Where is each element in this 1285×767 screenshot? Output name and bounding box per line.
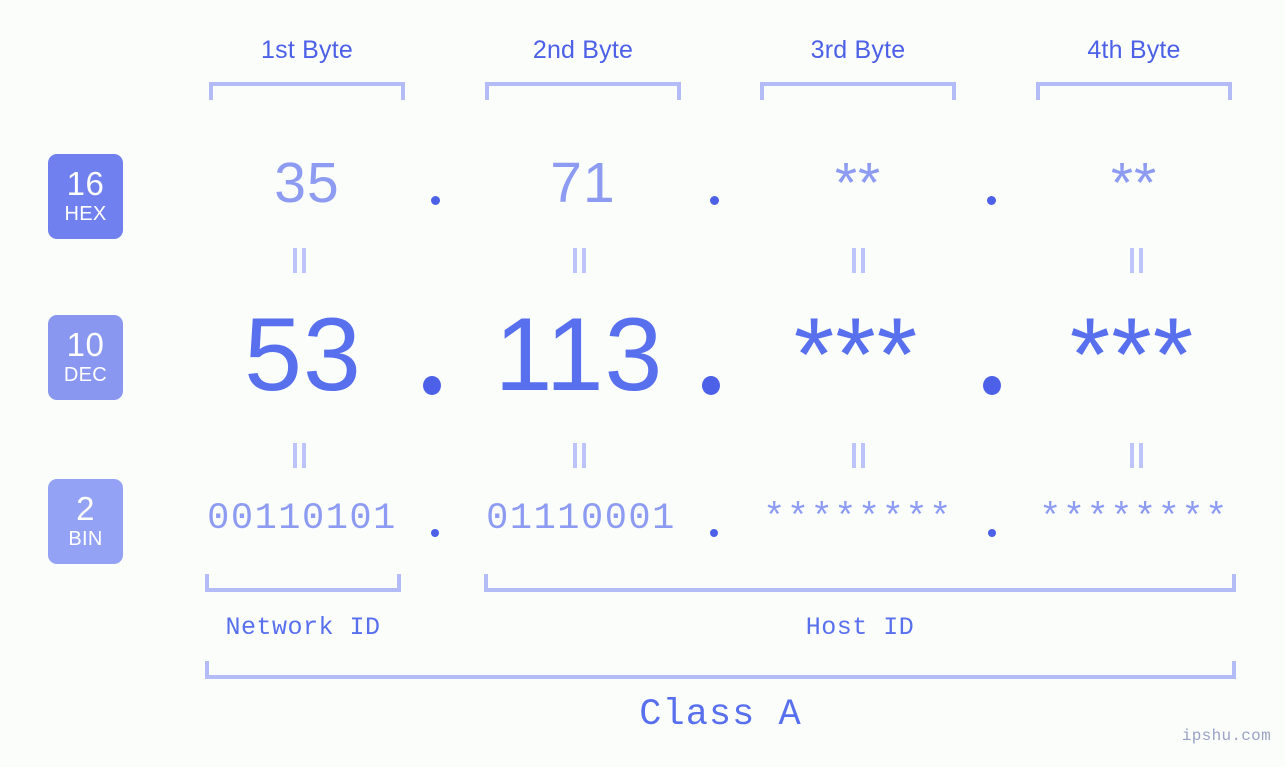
bin-byte-value-3: ******** [763, 498, 953, 540]
hex-byte-value-1: 35 [274, 151, 340, 215]
dec-byte-value-4: *** [1069, 297, 1195, 413]
base-badge-hex[interactable]: 16 HEX [48, 154, 123, 239]
equals-mark-dec-bin-4 [1129, 443, 1145, 468]
hex-separator-dot-3 [987, 196, 996, 205]
base-badge-dec-number: 10 [66, 326, 105, 364]
bin-byte-value-2: 01110001 [486, 498, 676, 540]
byte-bracket-2 [485, 82, 681, 100]
site-watermark: ipshu.com [1181, 727, 1271, 745]
byte-bracket-3 [760, 82, 956, 100]
byte-bracket-4 [1036, 82, 1232, 100]
equals-mark-dec-bin-2 [572, 443, 588, 468]
equals-mark-dec-bin-1 [292, 443, 308, 468]
dec-byte-value-3: *** [793, 297, 919, 413]
class-bracket [205, 661, 1236, 679]
hex-separator-dot-1 [431, 196, 440, 205]
dec-separator-dot-2 [702, 376, 720, 395]
hex-byte-value-4: ** [1110, 151, 1158, 215]
host-id-label: Host ID [805, 613, 915, 642]
base-badge-dec[interactable]: 10 DEC [48, 315, 123, 400]
hex-separator-dot-2 [710, 196, 719, 205]
base-badge-hex-number: 16 [66, 165, 105, 203]
base-badge-dec-name: DEC [63, 363, 108, 386]
bin-separator-dot-1 [431, 529, 439, 537]
equals-mark-dec-bin-3 [851, 443, 867, 468]
byte-header-label-2: 2nd Byte [532, 36, 634, 64]
byte-header-label-1: 1st Byte [261, 36, 353, 64]
host-id-bracket [484, 574, 1236, 592]
byte-bracket-1 [209, 82, 405, 100]
base-badge-bin[interactable]: 2 BIN [48, 479, 123, 564]
equals-mark-hex-dec-3 [851, 248, 867, 273]
hex-byte-value-2: 71 [550, 151, 616, 215]
class-label: Class A [639, 694, 802, 736]
bin-byte-value-4: ******** [1039, 498, 1229, 540]
equals-mark-hex-dec-4 [1129, 248, 1145, 273]
dec-separator-dot-3 [983, 376, 1001, 395]
base-badge-hex-name: HEX [64, 202, 107, 225]
network-id-label: Network ID [225, 613, 381, 642]
dec-separator-dot-1 [423, 376, 441, 395]
base-badge-bin-number: 2 [76, 490, 95, 528]
dec-byte-value-1: 53 [244, 297, 362, 413]
byte-header-label-3: 3rd Byte [810, 36, 906, 64]
bin-byte-value-1: 00110101 [207, 498, 397, 540]
equals-mark-hex-dec-2 [572, 248, 588, 273]
bin-separator-dot-2 [710, 529, 718, 537]
network-id-bracket [205, 574, 401, 592]
equals-mark-hex-dec-1 [292, 248, 308, 273]
bin-separator-dot-3 [988, 529, 996, 537]
dec-byte-value-2: 113 [494, 297, 664, 413]
hex-byte-value-3: ** [834, 151, 882, 215]
byte-header-label-4: 4th Byte [1087, 36, 1181, 64]
ip-byte-breakdown-diagram: 1st Byte 2nd Byte 3rd Byte 4th Byte 16 H… [0, 0, 1285, 767]
base-badge-bin-name: BIN [68, 527, 103, 550]
